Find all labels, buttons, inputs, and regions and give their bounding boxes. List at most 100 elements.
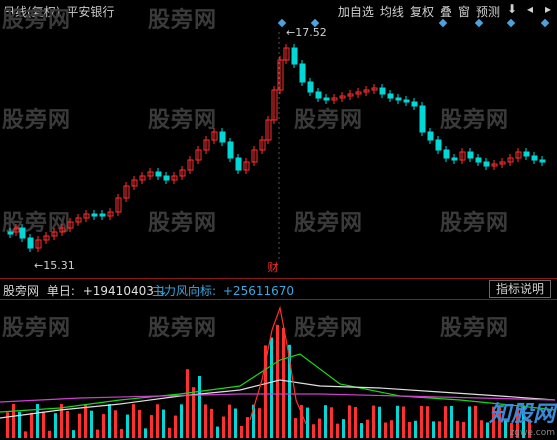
candle-body	[219, 131, 226, 143]
indicator-bar	[456, 420, 459, 438]
low-price-label: ←15.31	[34, 259, 75, 272]
indicator-bar	[84, 404, 87, 438]
candle-body	[235, 157, 242, 171]
indicator-help-button[interactable]: 指标说明	[488, 280, 551, 298]
candle-body	[419, 105, 426, 133]
indicator-bar	[462, 421, 465, 438]
indicator-bar	[396, 405, 399, 438]
logo-text: 知股网	[488, 402, 555, 427]
candle-body	[403, 99, 410, 103]
candle-body	[475, 157, 482, 163]
indicator-bar	[24, 431, 27, 438]
candlestick-chart[interactable]	[0, 0, 557, 440]
indicator-bar	[372, 405, 375, 438]
indicator-bar	[174, 415, 177, 438]
candle-body	[323, 97, 330, 101]
indicator-title: 股旁网 单日: +19410403 ↓	[3, 284, 168, 298]
indicator-bar	[72, 430, 75, 438]
indicator-bar	[204, 404, 207, 438]
indicator-bar	[330, 407, 333, 438]
indicator-bar	[354, 406, 357, 438]
indicator-bar	[150, 415, 153, 438]
indicator-bar	[42, 411, 45, 438]
indicator-bar	[60, 404, 63, 438]
indicator-bar	[6, 412, 9, 438]
indicator-bar	[168, 427, 171, 438]
indicator-bar	[342, 419, 345, 438]
candle-body	[27, 237, 34, 249]
candle-body	[467, 151, 474, 159]
indicator-bar	[312, 424, 315, 438]
candle-body	[291, 47, 298, 65]
indicator-bar	[186, 369, 189, 438]
indicator-bar	[402, 406, 405, 438]
candle-body	[539, 159, 546, 163]
candle-body	[155, 171, 162, 177]
indicator-bar	[114, 410, 117, 438]
indicator-bar	[144, 428, 147, 438]
indicator-bar	[474, 405, 477, 438]
logo-url: zgwe.com	[509, 428, 555, 438]
indicator-bar	[336, 423, 339, 438]
candle-body	[435, 139, 442, 151]
indicator-bar	[222, 416, 225, 438]
indicator-bar	[216, 426, 219, 438]
indicator-bar	[228, 404, 231, 438]
candle-body	[523, 151, 530, 157]
indicator-bar	[348, 405, 351, 438]
indicator-bar	[90, 410, 93, 438]
indicator-bar	[360, 423, 363, 438]
candle-body	[227, 141, 234, 159]
candle-body	[411, 101, 418, 107]
site-logo: 知股网 zgwe.com	[489, 396, 555, 438]
indicator-bar	[48, 430, 51, 438]
indicator-bar	[294, 418, 297, 438]
candle-body	[531, 155, 538, 161]
candle-body	[451, 157, 458, 161]
indicator-bar	[126, 414, 129, 438]
main-force-indicator: 主力风向标: +25611670	[152, 284, 295, 298]
indicator-bar	[384, 422, 387, 438]
indicator-bar: 股旁网 单日: +19410403 ↓ 主力风向标: +25611670 指标说…	[0, 278, 557, 300]
candle-body	[7, 231, 14, 235]
indicator-bar	[96, 429, 99, 438]
indicator-bar	[198, 376, 201, 438]
indicator-bar	[162, 409, 165, 438]
financial-event-marker[interactable]: 财	[266, 261, 280, 275]
candle-body	[427, 131, 434, 141]
indicator-bar	[366, 419, 369, 438]
indicator-bar	[210, 408, 213, 438]
candle-body	[299, 63, 306, 83]
indicator-bar	[240, 426, 243, 438]
indicator-bar	[258, 408, 261, 438]
indicator-bar	[414, 420, 417, 438]
candle-body	[19, 227, 26, 239]
candle-body	[483, 161, 490, 167]
candle-body	[307, 81, 314, 93]
candle-body	[395, 97, 402, 101]
indicator-bar	[378, 406, 381, 438]
indicator-bar	[324, 405, 327, 438]
candle-body	[163, 175, 170, 181]
indicator-bar	[12, 404, 15, 438]
indicator-bar	[120, 428, 123, 438]
candle-body	[99, 213, 106, 217]
indicator-bar	[480, 420, 483, 438]
candle-body	[315, 91, 322, 99]
candle-body	[379, 87, 386, 95]
candle-body	[443, 149, 450, 159]
indicator-bar	[234, 408, 237, 438]
indicator-bar	[432, 421, 435, 438]
indicator-bar	[450, 406, 453, 438]
indicator-bar	[180, 404, 183, 438]
indicator-bar	[420, 405, 423, 438]
indicator-bar	[54, 413, 57, 438]
indicator-bar	[282, 327, 285, 438]
indicator-bar	[390, 420, 393, 438]
candle-body	[387, 93, 394, 99]
indicator-bar	[132, 404, 135, 438]
indicator-bar	[66, 411, 69, 438]
high-price-label: ←17.52	[286, 26, 327, 39]
indicator-bar	[138, 409, 141, 438]
indicator-bar	[246, 417, 249, 438]
